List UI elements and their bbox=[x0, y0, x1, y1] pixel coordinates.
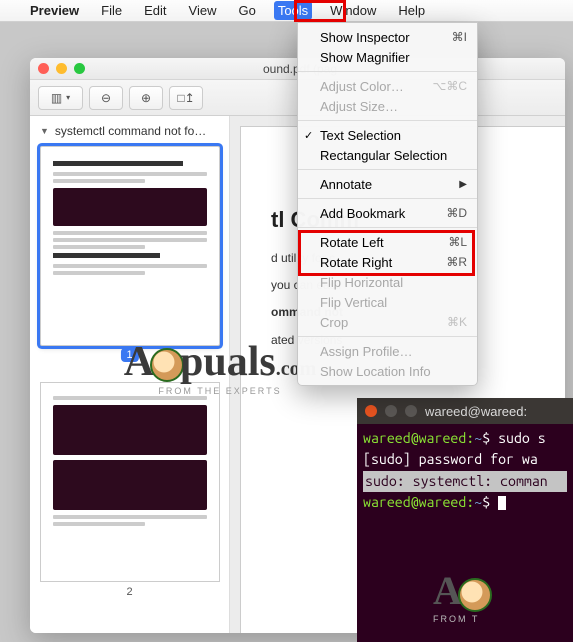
page-badge-selected: 1 bbox=[120, 348, 138, 362]
maximize-icon[interactable] bbox=[74, 63, 85, 74]
menu-show-location-info: Show Location Info bbox=[298, 361, 477, 381]
menu-view[interactable]: View bbox=[185, 1, 221, 20]
menu-separator bbox=[298, 227, 477, 228]
sidebar-icon: ▥ bbox=[51, 91, 62, 105]
minimize-icon[interactable] bbox=[56, 63, 67, 74]
menu-crop: Crop⌘K bbox=[298, 312, 477, 332]
page-number: 2 bbox=[40, 586, 220, 598]
traffic-lights bbox=[38, 63, 85, 74]
menu-adjust-color: Adjust Color…⌥⌘C bbox=[298, 76, 477, 96]
terminal-close-icon[interactable] bbox=[365, 405, 377, 417]
thumbnail-preview bbox=[53, 161, 207, 275]
menu-assign-profile: Assign Profile… bbox=[298, 341, 477, 361]
checkmark-icon: ✓ bbox=[304, 129, 313, 142]
chevron-down-icon: ▾ bbox=[66, 93, 70, 102]
menu-separator bbox=[298, 336, 477, 337]
menu-rectangular-selection[interactable]: Rectangular Selection bbox=[298, 145, 477, 165]
tools-dropdown-menu: Show Inspector⌘I Show Magnifier Adjust C… bbox=[297, 22, 478, 386]
menu-rotate-left[interactable]: Rotate Left⌘L bbox=[298, 232, 477, 252]
zoom-out-icon: ⊖ bbox=[101, 91, 111, 105]
terminal-title: wareed@wareed: bbox=[425, 404, 527, 419]
menu-add-bookmark[interactable]: Add Bookmark⌘D bbox=[298, 203, 477, 223]
terminal-overlay: wareed@wareed: wareed@wareed:~$ sudo s [… bbox=[357, 398, 573, 642]
menu-edit[interactable]: Edit bbox=[140, 1, 170, 20]
menu-text-selection[interactable]: ✓ Text Selection bbox=[298, 125, 477, 145]
menu-show-inspector[interactable]: Show Inspector⌘I bbox=[298, 27, 477, 47]
submenu-arrow-icon: ▶ bbox=[459, 179, 467, 190]
terminal-line: [sudo] password for wa bbox=[363, 449, 567, 470]
menu-file[interactable]: File bbox=[97, 1, 126, 20]
sidebar-doc-title: systemctl command not fo… bbox=[55, 124, 206, 138]
terminal-maximize-icon[interactable] bbox=[405, 405, 417, 417]
menu-show-magnifier[interactable]: Show Magnifier bbox=[298, 47, 477, 67]
menu-help[interactable]: Help bbox=[394, 1, 429, 20]
thumbnail-page-2[interactable]: 2 bbox=[40, 382, 220, 598]
menu-flip-horizontal: Flip Horizontal bbox=[298, 272, 477, 292]
menu-flip-vertical: Flip Vertical bbox=[298, 292, 477, 312]
sidebar-view-button[interactable]: ▥ ▾ bbox=[38, 86, 83, 110]
menu-rotate-right[interactable]: Rotate Right⌘R bbox=[298, 252, 477, 272]
menu-separator bbox=[298, 71, 477, 72]
app-name[interactable]: Preview bbox=[26, 1, 83, 20]
terminal-body[interactable]: wareed@wareed:~$ sudo s [sudo] password … bbox=[357, 424, 573, 517]
zoom-in-button[interactable]: ⊕ bbox=[129, 86, 163, 110]
share-icon: □↥ bbox=[177, 91, 194, 105]
thumbnail-preview bbox=[53, 396, 207, 526]
terminal-line: sudo: systemctl: comman bbox=[363, 471, 567, 492]
macos-menubar: Preview File Edit View Go Tools Window H… bbox=[0, 0, 573, 22]
menu-separator bbox=[298, 169, 477, 170]
sidebar-doc-title-row[interactable]: ▼ systemctl command not fo… bbox=[36, 122, 223, 146]
menu-go[interactable]: Go bbox=[234, 1, 259, 20]
zoom-out-button[interactable]: ⊖ bbox=[89, 86, 123, 110]
menu-tools[interactable]: Tools bbox=[274, 1, 312, 20]
terminal-titlebar: wareed@wareed: bbox=[357, 398, 573, 424]
thumbnail-sidebar: ▼ systemctl command not fo… 1 bbox=[30, 116, 230, 633]
disclosure-triangle-icon[interactable]: ▼ bbox=[40, 126, 49, 136]
close-icon[interactable] bbox=[38, 63, 49, 74]
zoom-in-icon: ⊕ bbox=[141, 91, 151, 105]
menu-separator bbox=[298, 198, 477, 199]
menu-annotate[interactable]: Annotate▶ bbox=[298, 174, 477, 194]
menu-separator bbox=[298, 120, 477, 121]
menu-window[interactable]: Window bbox=[326, 1, 380, 20]
terminal-line: wareed@wareed:~$ sudo s bbox=[363, 428, 567, 449]
thumbnail-page-1[interactable]: 1 bbox=[40, 146, 220, 346]
terminal-line: wareed@wareed:~$ bbox=[363, 492, 567, 513]
share-button[interactable]: □↥ bbox=[169, 86, 203, 110]
cursor-icon bbox=[498, 496, 506, 510]
terminal-minimize-icon[interactable] bbox=[385, 405, 397, 417]
menu-adjust-size: Adjust Size… bbox=[298, 96, 477, 116]
